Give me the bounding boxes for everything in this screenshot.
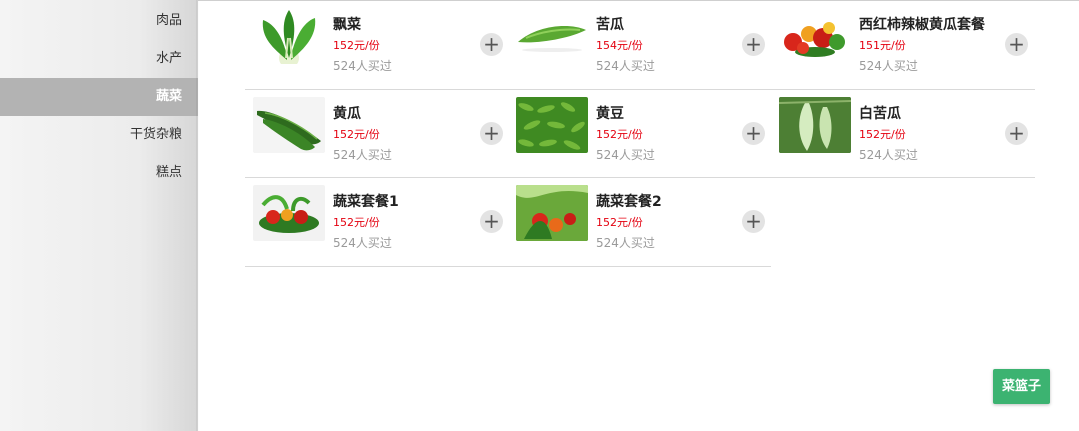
product-name: 飘菜	[333, 17, 361, 33]
add-to-cart-button[interactable]: +	[480, 33, 503, 56]
add-to-cart-button[interactable]: +	[480, 122, 503, 145]
product-name: 黄瓜	[333, 106, 361, 122]
product-name: 蔬菜套餐2	[596, 194, 662, 210]
product-name: 西红柿辣椒黄瓜套餐	[859, 17, 985, 33]
product-card[interactable]: 白苦瓜 152元/份 524人买过 +	[771, 89, 1033, 177]
product-image-soybean	[516, 97, 588, 153]
product-image-vegetable-set-2	[516, 185, 588, 241]
sidebar-item-seafood[interactable]: 水产	[0, 40, 198, 78]
add-to-cart-button[interactable]: +	[742, 33, 765, 56]
basket-button[interactable]: 菜篮子	[993, 369, 1050, 404]
add-to-cart-button[interactable]: +	[742, 122, 765, 145]
product-image-cucumber	[253, 97, 325, 153]
product-sold-count: 524人买过	[859, 59, 918, 73]
product-card[interactable]: 蔬菜套餐2 152元/份 524人买过 +	[508, 177, 770, 265]
product-price: 152元/份	[333, 128, 380, 141]
sidebar-item-pastry[interactable]: 糕点	[0, 154, 198, 192]
product-sold-count: 524人买过	[596, 148, 655, 162]
product-name: 白苦瓜	[859, 106, 901, 122]
product-price: 152元/份	[596, 128, 643, 141]
product-name: 苦瓜	[596, 17, 624, 33]
add-to-cart-button[interactable]: +	[480, 210, 503, 233]
add-to-cart-button[interactable]: +	[742, 210, 765, 233]
product-sold-count: 524人买过	[596, 236, 655, 250]
add-to-cart-button[interactable]: +	[1005, 33, 1028, 56]
product-sold-count: 524人买过	[859, 148, 918, 162]
product-card[interactable]: 飘菜 152元/份 524人买过 +	[245, 0, 503, 88]
product-name: 蔬菜套餐1	[333, 194, 399, 210]
sidebar-shadow	[196, 0, 199, 431]
product-card[interactable]: 西红柿辣椒黄瓜套餐 151元/份 524人买过 +	[771, 0, 1033, 88]
row-divider	[245, 266, 771, 267]
product-card[interactable]: 蔬菜套餐1 152元/份 524人买过 +	[245, 177, 503, 265]
product-card[interactable]: 苦瓜 154元/份 524人买过 +	[508, 0, 770, 88]
product-image-tomato-pepper-cucumber	[779, 8, 851, 64]
product-image-bok-choy	[253, 8, 325, 64]
product-name: 黄豆	[596, 106, 624, 122]
product-image-bitter-melon	[516, 8, 588, 64]
product-price: 152元/份	[596, 216, 643, 229]
product-price: 152元/份	[333, 39, 380, 52]
product-card[interactable]: 黄豆 152元/份 524人买过 +	[508, 89, 770, 177]
add-to-cart-button[interactable]: +	[1005, 122, 1028, 145]
product-price: 152元/份	[859, 128, 906, 141]
product-price: 154元/份	[596, 39, 643, 52]
category-sidebar: 肉品 水产 蔬菜 干货杂粮 糕点	[0, 0, 198, 431]
product-sold-count: 524人买过	[596, 59, 655, 73]
product-price: 151元/份	[859, 39, 906, 52]
product-sold-count: 524人买过	[333, 236, 392, 250]
sidebar-item-vegetables[interactable]: 蔬菜	[0, 78, 198, 116]
sidebar-item-meat[interactable]: 肉品	[0, 2, 198, 40]
product-price: 152元/份	[333, 216, 380, 229]
product-card[interactable]: 黄瓜 152元/份 524人买过 +	[245, 89, 503, 177]
product-sold-count: 524人买过	[333, 148, 392, 162]
product-image-vegetable-set-1	[253, 185, 325, 241]
sidebar-item-dry-goods[interactable]: 干货杂粮	[0, 116, 198, 154]
product-sold-count: 524人买过	[333, 59, 392, 73]
product-image-white-bitter-melon	[779, 97, 851, 153]
